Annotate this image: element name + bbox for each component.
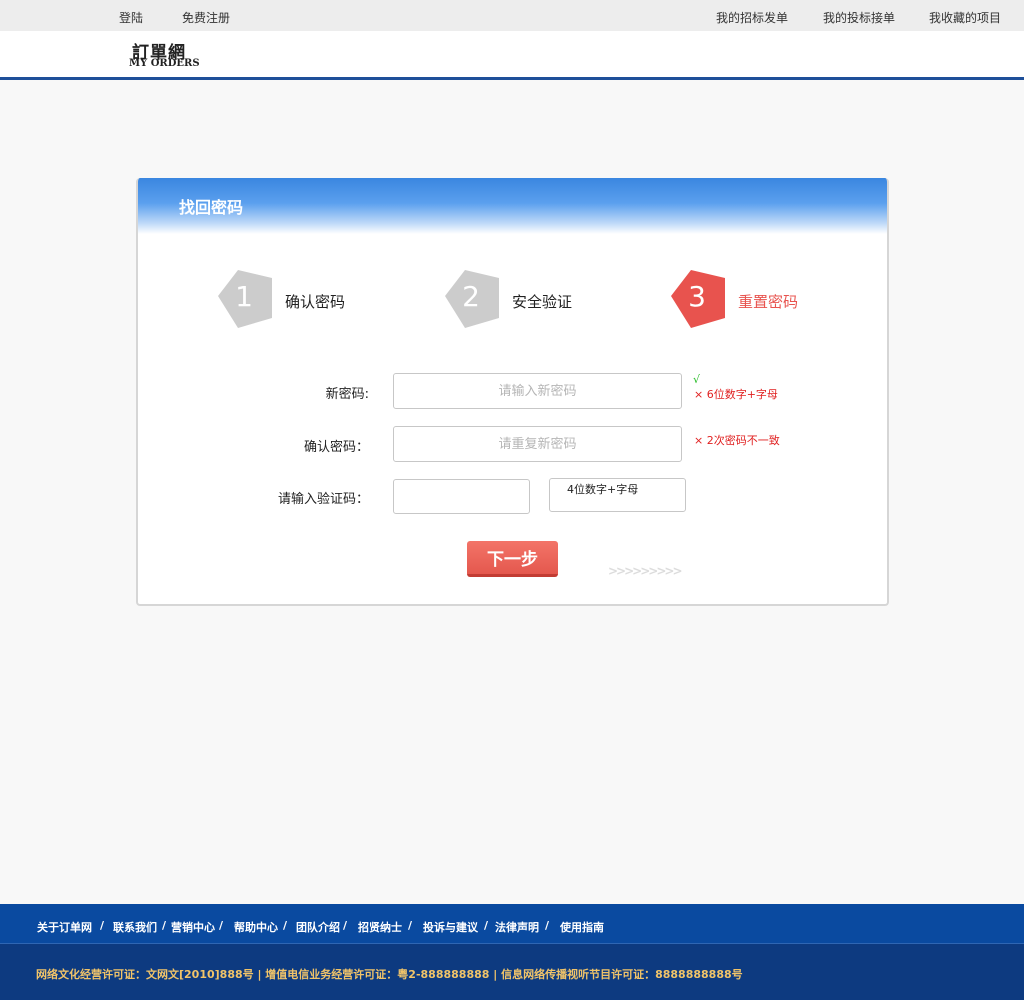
footer-link-complaints[interactable]: 投诉与建议 <box>423 919 478 935</box>
footer-link-team[interactable]: 团队介绍 <box>296 919 340 935</box>
logo-english-text: MY ORDERS <box>129 58 200 69</box>
reset-password-panel: 找回密码 1 确认密码 2 安全验证 3 重置密码 新密码: √ × 6位数字+… <box>136 178 889 606</box>
step-2-number: 2 <box>462 280 480 313</box>
footer-link-careers[interactable]: 招贤纳士 <box>358 919 402 935</box>
step-3-number: 3 <box>688 280 706 313</box>
captcha-image[interactable]: 4位数字+字母 <box>549 478 686 512</box>
my-bids-posted-link[interactable]: 我的招标发单 <box>716 9 788 26</box>
chevron-arrows-icon: >>>>>>>>> <box>608 564 682 578</box>
confirm-password-error: × 2次密码不一致 <box>694 434 780 447</box>
captcha-input[interactable] <box>393 479 530 514</box>
panel-title: 找回密码 <box>179 198 244 217</box>
top-bar: 登陆 免费注册 我的招标发单 我的投标接单 我收藏的项目 <box>0 0 1024 31</box>
captcha-label: 请输入验证码： <box>277 492 369 507</box>
footer-link-guide[interactable]: 使用指南 <box>560 919 604 935</box>
confirm-password-label: 确认密码： <box>303 440 369 455</box>
step-2-label: 安全验证 <box>512 293 573 311</box>
footer-separator: / <box>343 919 348 932</box>
footer-link-help[interactable]: 帮助中心 <box>234 919 278 935</box>
footer-link-marketing[interactable]: 营销中心 <box>171 919 215 935</box>
new-password-label: 新密码: <box>325 387 369 402</box>
site-logo[interactable]: 訂單網 MY ORDERS <box>129 38 209 72</box>
my-bids-taken-link[interactable]: 我的投标接单 <box>823 9 895 26</box>
step-3-label: 重置密码 <box>738 293 799 311</box>
license-text: 网络文化经营许可证：文网文[2010]888号 | 增值电信业务经营许可证：粤2… <box>36 968 743 981</box>
register-link[interactable]: 免费注册 <box>182 9 230 26</box>
login-link[interactable]: 登陆 <box>119 9 143 26</box>
footer-license-bar: 网络文化经营许可证：文网文[2010]888号 | 增值电信业务经营许可证：粤2… <box>0 944 1024 1000</box>
footer-separator: / <box>162 919 167 932</box>
next-step-button[interactable]: 下一步 <box>467 541 558 577</box>
footer-separator: / <box>283 919 288 932</box>
footer-separator: / <box>100 919 105 932</box>
step-2-badge: 2 <box>443 268 501 330</box>
new-password-ok-icon: √ <box>693 373 701 386</box>
step-1-badge: 1 <box>216 268 274 330</box>
footer-separator: / <box>219 919 224 932</box>
footer-link-legal[interactable]: 法律声明 <box>495 919 539 935</box>
confirm-password-input[interactable] <box>393 426 682 462</box>
step-1-label: 确认密码 <box>285 293 346 311</box>
site-header: 訂單網 MY ORDERS <box>0 31 1024 80</box>
my-favorites-link[interactable]: 我收藏的项目 <box>929 9 1001 26</box>
step-3-badge: 3 <box>669 268 727 330</box>
footer-link-contact[interactable]: 联系我们 <box>113 919 157 935</box>
new-password-error: × 6位数字+字母 <box>694 388 778 401</box>
footer-separator: / <box>408 919 413 932</box>
footer-separator: / <box>484 919 489 932</box>
step-1-number: 1 <box>235 280 253 313</box>
new-password-input[interactable] <box>393 373 682 409</box>
footer-separator: / <box>545 919 550 932</box>
footer-link-about[interactable]: 关于订单网 <box>37 919 92 935</box>
footer-links-bar: 关于订单网 / 联系我们 / 营销中心 / 帮助中心 / 团队介绍 / 招贤纳士… <box>0 904 1024 944</box>
panel-header: 找回密码 <box>138 178 887 234</box>
